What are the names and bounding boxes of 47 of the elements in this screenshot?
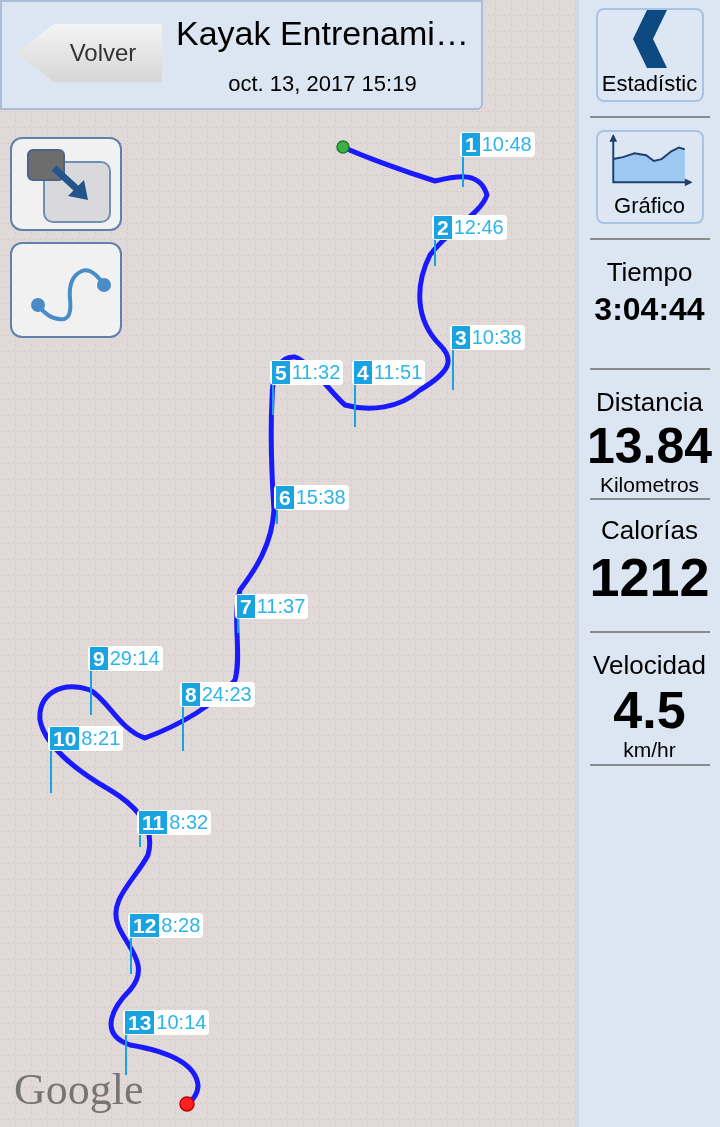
end-marker (179, 1096, 195, 1112)
lap-number: 8 (182, 683, 200, 706)
chart-button[interactable]: Gráfico (595, 130, 704, 224)
lap-number: 13 (125, 1011, 155, 1034)
stat-value: 3:04:44 (594, 290, 705, 328)
lap-number: 2 (434, 216, 452, 239)
lap-time: 15:38 (295, 486, 346, 509)
lap-number: 6 (276, 486, 294, 509)
lap-time: 8:32 (169, 811, 209, 834)
lap-time: 12:46 (453, 216, 504, 239)
lap-number: 12 (130, 914, 160, 937)
stat-unit: km/hr (623, 737, 676, 763)
lap-number: 11 (139, 811, 168, 834)
map-attribution: Google (14, 1068, 144, 1112)
lap-time: 8:21 (81, 727, 121, 750)
lap-time: 10:38 (471, 326, 522, 349)
lap-number: 10 (50, 727, 80, 750)
stat-label: Calorías (601, 514, 698, 546)
lap-time: 8:28 (161, 914, 201, 937)
lap-number: 7 (237, 595, 255, 618)
activity-title: Kayak Entrenami… (176, 12, 469, 54)
start-marker (336, 140, 350, 154)
route-button[interactable] (10, 242, 122, 338)
lap-time: 10:14 (156, 1011, 207, 1034)
stat-value: 1212 (589, 548, 710, 606)
lap-time: 11:51 (373, 361, 423, 384)
stat-value: 13.84 (586, 420, 713, 472)
activity-date: oct. 13, 2017 15:19 (228, 69, 417, 98)
statistics-button[interactable]: Estadístic (595, 8, 704, 102)
lap-number: 9 (90, 647, 108, 670)
lap-time: 24:23 (201, 683, 252, 706)
lap-time: 11:32 (291, 361, 341, 384)
chevron-left-icon (632, 10, 667, 68)
lap-number: 5 (272, 361, 290, 384)
stat-label: Velocidad (593, 649, 706, 681)
lap-time: 10:48 (481, 133, 532, 156)
stat-value: 4.5 (613, 683, 686, 737)
stat-label: Distancia (596, 386, 703, 418)
lap-number: 1 (462, 133, 480, 156)
stat-label: Tiempo (606, 256, 693, 288)
lap-time: 11:37 (256, 595, 306, 618)
resize-button[interactable] (10, 137, 122, 231)
lap-number: 4 (354, 361, 372, 384)
lap-time: 29:14 (109, 647, 160, 670)
stat-unit: Kilometros (599, 472, 700, 498)
back-button[interactable]: Volver (16, 24, 162, 82)
lap-number: 3 (452, 326, 470, 349)
